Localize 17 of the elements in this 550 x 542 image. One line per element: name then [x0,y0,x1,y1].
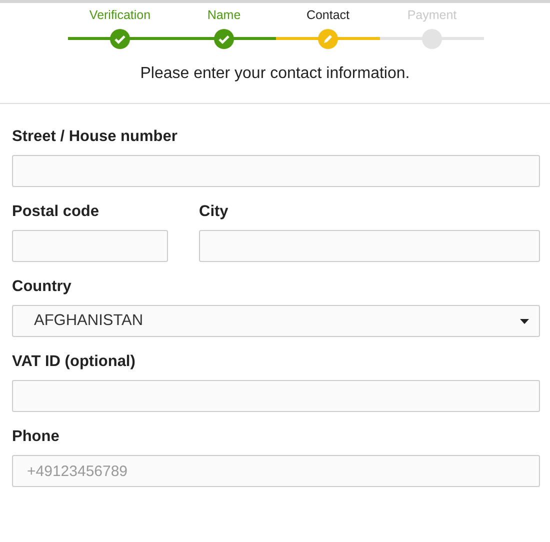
field-label: Postal code [12,203,100,221]
instruction-text: Please enter your contact information. [140,65,410,82]
field-label: Street / House number [12,128,178,146]
field-label: City [199,203,230,221]
input-field[interactable] [12,230,168,262]
input-field[interactable] [12,380,540,412]
field-label: Phone [12,428,60,446]
step-label: Contact [306,7,350,24]
input-field[interactable] [12,155,540,187]
field-label: Country [12,278,72,296]
caret-icon [520,318,529,324]
input-field[interactable]: +49123456789 [12,455,540,487]
field-label: VAT ID (optional) [12,353,136,371]
step-label: Name [207,7,241,24]
step-label: Verification [89,7,151,24]
country-select[interactable]: AFGHANISTAN [12,305,540,337]
input-field[interactable] [199,230,540,262]
